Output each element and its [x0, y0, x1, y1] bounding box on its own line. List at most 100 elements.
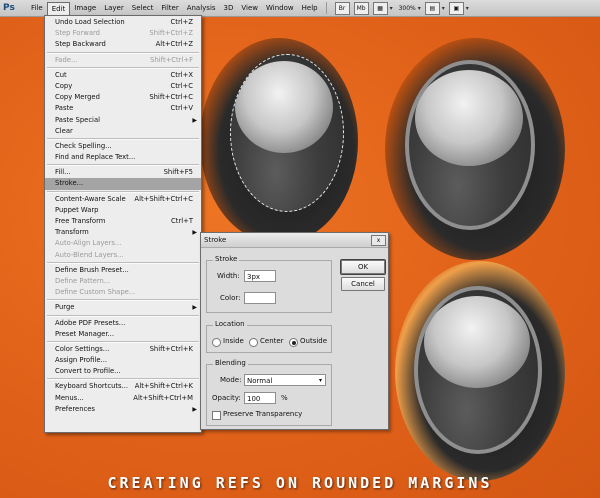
menu-item-find-and-replace-text[interactable]: Find and Replace Text...	[45, 152, 201, 163]
menu-item-label: Menus...	[55, 393, 84, 402]
menu-view[interactable]: View	[237, 1, 262, 15]
menu-item-keyboard-shortcuts[interactable]: Keyboard Shortcuts... Alt+Shift+Ctrl+K	[45, 381, 201, 392]
inside-radio[interactable]	[212, 338, 221, 347]
menu-layer[interactable]: Layer	[100, 1, 128, 15]
color-label: Color:	[220, 294, 241, 302]
menu-image[interactable]: Image	[70, 1, 100, 15]
arrange-documents-icon[interactable]: ▤	[424, 1, 440, 15]
chevron-down-icon[interactable]: ▾	[390, 5, 393, 12]
menu-file[interactable]: File	[27, 1, 47, 15]
view-extras-icon[interactable]: ▦	[372, 1, 388, 15]
mode-value: Normal	[247, 377, 273, 385]
menu-edit[interactable]: Edit	[46, 2, 71, 16]
menu-item-preset-manager[interactable]: Preset Manager...	[45, 329, 201, 340]
zoom-level[interactable]: 300%	[399, 5, 416, 12]
menu-item-color-settings[interactable]: Color Settings... Shift+Ctrl+K	[45, 344, 201, 355]
menu-item-label: Transform	[55, 228, 89, 237]
menu-item-label: Auto-Align Layers...	[55, 239, 122, 248]
menu-item-label: Purge	[55, 303, 75, 312]
menu-item-convert-to-profile[interactable]: Convert to Profile...	[45, 366, 201, 377]
center-radio[interactable]	[249, 338, 258, 347]
menu-item-label: Preferences	[55, 404, 95, 413]
menu-item-auto-align-layers: Auto-Align Layers...	[45, 238, 201, 249]
bridge-button[interactable]: Br	[334, 1, 350, 15]
width-field[interactable]: 3px	[244, 270, 276, 282]
stroke-dialog: Stroke x Stroke Width: 3px Color: Locati…	[200, 232, 389, 430]
menu-help[interactable]: Help	[298, 1, 322, 15]
chevron-down-icon[interactable]: ▾	[466, 5, 469, 12]
menu-item-define-custom-shape: Define Custom Shape...	[45, 287, 201, 298]
chevron-down-icon[interactable]: ▾	[418, 5, 421, 12]
menu-item-label: Step Backward	[55, 40, 106, 49]
menu-item-fill[interactable]: Fill... Shift+F5	[45, 167, 201, 178]
menu-filter[interactable]: Filter	[157, 1, 182, 15]
location-group: Location Inside Center Outside	[206, 320, 332, 353]
outside-radio[interactable]	[289, 338, 298, 347]
menu-item-shortcut: Alt+Ctrl+Z	[155, 40, 193, 49]
blending-group: Blending Mode: Normal ▾ Opacity: 100 % P…	[206, 359, 332, 426]
menu-item-preferences[interactable]: Preferences ▶	[45, 404, 201, 415]
menu-item-undo-load-selection[interactable]: Undo Load Selection Ctrl+Z	[45, 17, 201, 28]
menu-window[interactable]: Window	[262, 1, 298, 15]
mode-select[interactable]: Normal ▾	[244, 374, 326, 386]
menu-item-label: Define Brush Preset...	[55, 265, 129, 274]
menu-item-copy[interactable]: Copy Ctrl+C	[45, 81, 201, 92]
opacity-field[interactable]: 100	[244, 392, 276, 404]
submenu-arrow-icon: ▶	[192, 229, 197, 237]
width-label: Width:	[217, 272, 240, 280]
stroke-group: Stroke Width: 3px Color:	[206, 255, 332, 313]
menu-separator	[47, 190, 199, 193]
submenu-arrow-icon: ▶	[192, 304, 197, 312]
menu-item-label: Content-Aware Scale	[55, 194, 126, 203]
menu-item-puppet-warp[interactable]: Puppet Warp	[45, 205, 201, 216]
menu-item-paste[interactable]: Paste Ctrl+V	[45, 103, 201, 114]
menu-item-check-spelling[interactable]: Check Spelling...	[45, 141, 201, 152]
menu-select[interactable]: Select	[128, 1, 158, 15]
menu-3d[interactable]: 3D	[220, 1, 238, 15]
menu-item-menus[interactable]: Menus... Alt+Shift+Ctrl+M	[45, 393, 201, 404]
opacity-unit: %	[281, 394, 288, 402]
menu-item-label: Convert to Profile...	[55, 367, 121, 376]
menu-item-content-aware-scale[interactable]: Content-Aware Scale Alt+Shift+Ctrl+C	[45, 194, 201, 205]
close-icon[interactable]: x	[371, 235, 386, 246]
menu-separator	[47, 137, 199, 140]
ok-button[interactable]: OK	[340, 259, 386, 275]
menu-item-adobe-pdf-presets[interactable]: Adobe PDF Presets...	[45, 318, 201, 329]
color-swatch[interactable]	[244, 292, 276, 304]
menu-item-transform[interactable]: Transform ▶	[45, 227, 201, 238]
menu-item-label: Undo Load Selection	[55, 18, 125, 26]
menu-item-label: Define Pattern...	[55, 276, 111, 285]
menu-item-purge[interactable]: Purge ▶	[45, 302, 201, 313]
menu-item-stroke[interactable]: Stroke...	[45, 178, 201, 190]
location-group-title: Location	[213, 320, 247, 328]
menu-item-assign-profile[interactable]: Assign Profile...	[45, 355, 201, 366]
menu-item-paste-special[interactable]: Paste Special ▶	[45, 115, 201, 126]
preserve-transparency-checkbox[interactable]	[212, 411, 221, 420]
button-graphic-dome-3	[414, 286, 542, 454]
menu-item-shortcut: Ctrl+Z	[170, 18, 193, 26]
menu-item-step-backward[interactable]: Step Backward Alt+Ctrl+Z	[45, 39, 201, 50]
dialog-title-bar[interactable]: Stroke x	[201, 233, 388, 248]
menu-analysis[interactable]: Analysis	[183, 1, 220, 15]
chevron-down-icon[interactable]: ▾	[442, 5, 445, 12]
menu-item-cut[interactable]: Cut Ctrl+X	[45, 70, 201, 81]
cancel-button[interactable]: Cancel	[341, 277, 385, 291]
screen-mode-icon[interactable]: ▣	[448, 1, 464, 15]
mode-label: Mode:	[220, 376, 242, 384]
menu-separator	[47, 51, 199, 54]
menu-item-label: Paste	[55, 104, 74, 113]
menu-item-clear[interactable]: Clear	[45, 126, 201, 137]
menu-item-label: Define Custom Shape...	[55, 288, 136, 297]
menu-item-fade: Fade... Shift+Ctrl+F	[45, 55, 201, 66]
menu-item-define-pattern: Define Pattern...	[45, 276, 201, 287]
menu-item-free-transform[interactable]: Free Transform Ctrl+T	[45, 216, 201, 227]
mini-bridge-button[interactable]: Mb	[353, 1, 369, 15]
menu-item-shortcut: Shift+Ctrl+F	[150, 55, 193, 64]
menu-item-copy-merged[interactable]: Copy Merged Shift+Ctrl+C	[45, 92, 201, 103]
menu-item-label: Paste Special	[55, 115, 100, 124]
menu-item-define-brush-preset[interactable]: Define Brush Preset...	[45, 265, 201, 276]
menu-item-shortcut: Ctrl+C	[170, 81, 193, 90]
menu-item-label: Fade...	[55, 55, 78, 64]
menu-separator	[47, 299, 199, 302]
inside-label: Inside	[223, 337, 244, 345]
